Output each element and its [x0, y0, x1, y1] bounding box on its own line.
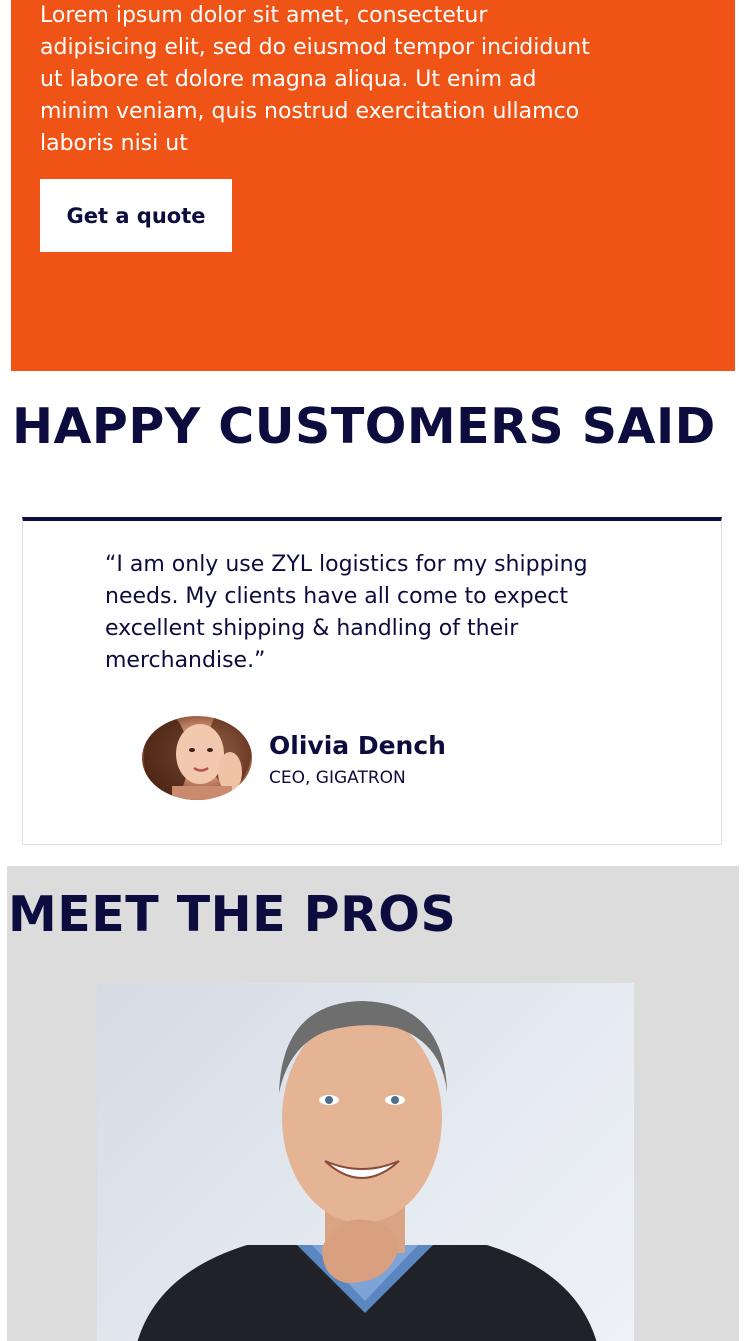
pros-title: MEET THE PROS: [8, 886, 457, 943]
pros-section: MEET THE PROS: [7, 866, 739, 1341]
pro-photo: [97, 983, 634, 1341]
hero-section: Lorem ipsum dolor sit amet, consectetur …: [11, 0, 735, 371]
author-name: Olivia Dench: [269, 731, 446, 760]
author-role: CEO, GIGATRON: [269, 768, 406, 788]
avatar: [142, 716, 252, 800]
testimonial-card: “I am only use ZYL logistics for my ship…: [22, 517, 722, 845]
get-a-quote-button[interactable]: Get a quote: [40, 179, 232, 252]
testimonial-quote: “I am only use ZYL logistics for my ship…: [105, 552, 588, 673]
testimonials-title: HAPPY CUSTOMERS SAID: [12, 398, 716, 455]
hero-text: Lorem ipsum dolor sit amet, consectetur …: [40, 3, 590, 156]
